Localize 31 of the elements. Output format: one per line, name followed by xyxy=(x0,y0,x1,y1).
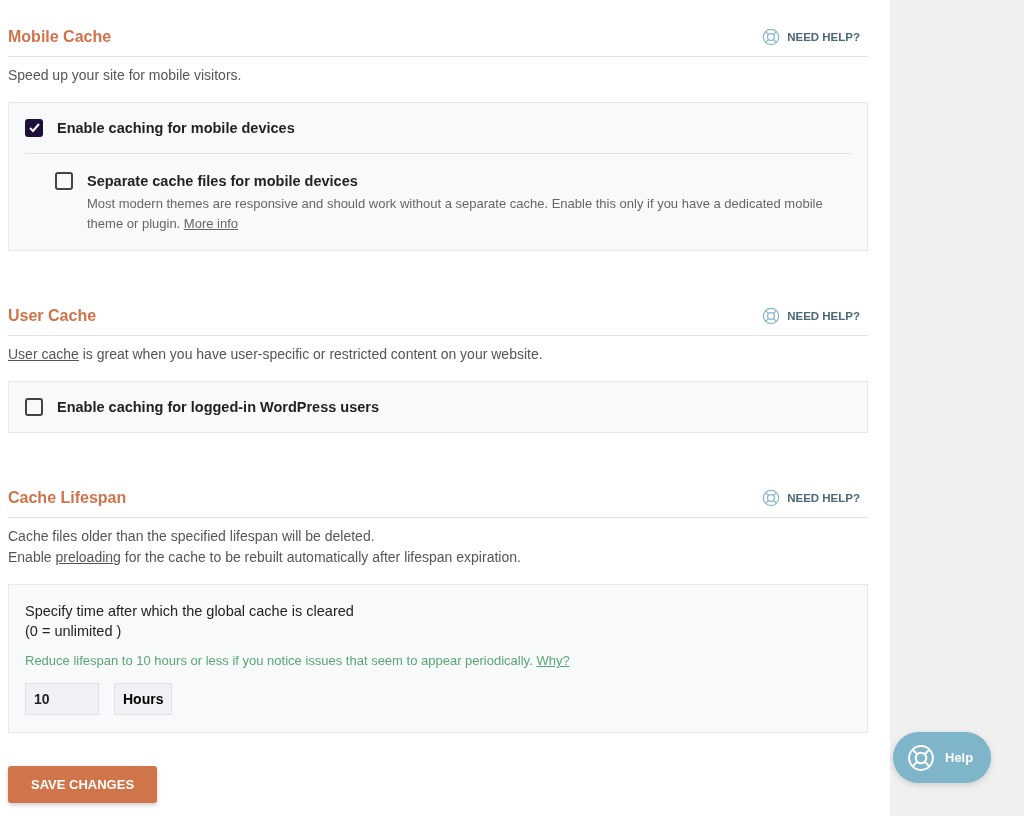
lifespan-input[interactable]: 10 xyxy=(25,683,99,715)
unit-label: Hours xyxy=(114,683,173,715)
option-label: Enable caching for logged-in WordPress users xyxy=(57,398,380,416)
section-title: User Cache xyxy=(8,307,97,325)
hint-text: Reduce lifespan to 10 hours or less if you notice issues that seem to appear periodically. Why? xyxy=(25,653,571,668)
option-label: Enable caching for mobile devices xyxy=(57,119,295,137)
need-help-link[interactable]: NEED HELP? xyxy=(762,489,868,507)
section-description: Speed up your site for mobile visitors. xyxy=(8,66,243,85)
checkbox[interactable] xyxy=(25,398,43,416)
need-help-link[interactable]: NEED HELP? xyxy=(762,307,868,325)
option-label: Separate cache files for mobile devices xyxy=(87,172,359,190)
lifebuoy-icon xyxy=(762,307,781,325)
checkmark-icon xyxy=(28,123,40,133)
section-description: Cache files older than the specified lifespan will be deleted. xyxy=(8,527,376,546)
text-link[interactable]: preloading xyxy=(55,549,121,565)
lifebuoy-icon xyxy=(762,489,781,507)
section-title: Mobile Cache xyxy=(8,28,112,46)
field-label: (0 = unlimited ) xyxy=(25,622,123,641)
save-changes-button[interactable]: SAVE CHANGES xyxy=(8,766,158,803)
checkbox[interactable] xyxy=(25,119,43,137)
section-description: Enable preloading for the cache to be rebuilt automatically after lifespan expiration. xyxy=(8,548,522,567)
lifebuoy-icon xyxy=(762,28,781,46)
section-description: User cache is great when you have user-specific or restricted content on your website. xyxy=(8,345,544,364)
checkbox[interactable] xyxy=(55,172,73,190)
text-link[interactable]: More info xyxy=(183,216,239,231)
field-label: Specify time after which the global cache is cleared xyxy=(25,602,355,621)
lifebuoy-icon xyxy=(907,743,935,772)
text-link[interactable]: User cache xyxy=(8,346,79,362)
section-title: Cache Lifespan xyxy=(8,489,127,507)
need-help-link[interactable]: NEED HELP? xyxy=(762,28,868,46)
option-description: Most modern themes are responsive and should work without a separate cache. Enable this only if you have a dedicated mobile theme or plugin. More info xyxy=(87,195,824,233)
